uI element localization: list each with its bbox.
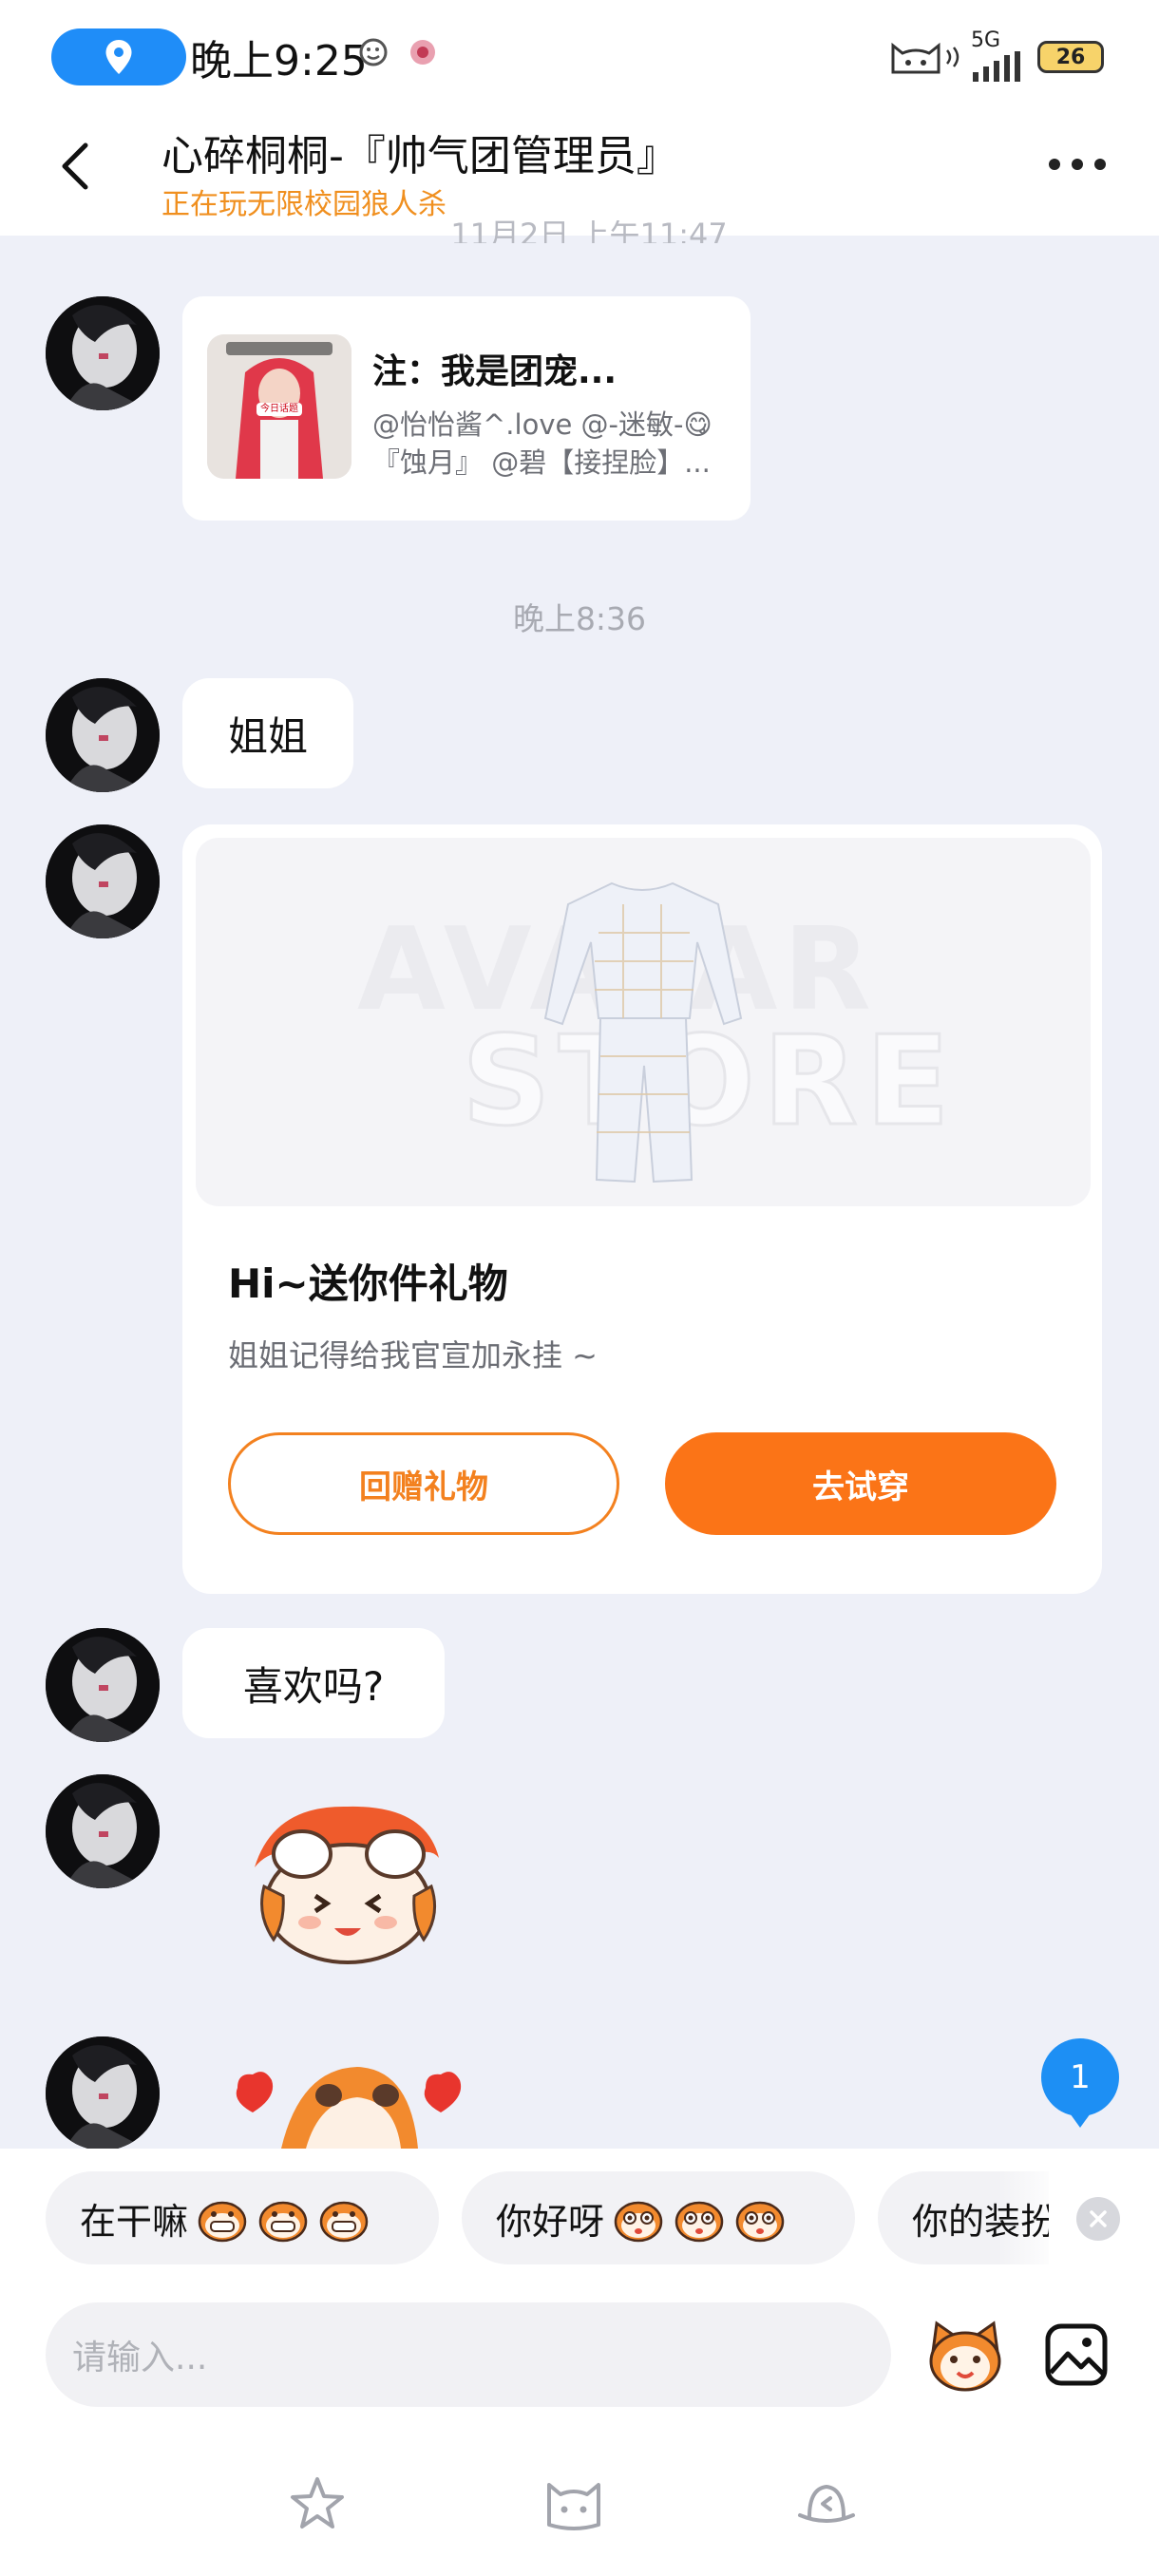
message-bubble[interactable]: 姐姐 <box>182 678 353 788</box>
shared-post-thumbnail: 今日话题 <box>207 334 352 479</box>
shared-post-title: 注：我是团宠... <box>372 352 618 391</box>
app-notification-icon-2 <box>407 36 439 72</box>
back-button[interactable] <box>53 138 101 195</box>
grin-emoji-icon <box>198 2201 247 2243</box>
thumb-caption: 今日话题 <box>260 404 298 414</box>
signal-icon <box>973 51 1020 82</box>
star-icon[interactable] <box>287 2473 348 2534</box>
status-right-group: 5G 26 <box>887 28 1104 85</box>
badge-pointer-icon <box>1068 2111 1092 2128</box>
sender-avatar[interactable] <box>46 1774 160 1888</box>
quick-reply-label: 在干嘛 <box>80 2200 189 2243</box>
sender-avatar[interactable] <box>46 296 160 410</box>
avatar-image <box>46 1774 160 1888</box>
grin-emoji-icon <box>319 2201 369 2243</box>
avatar-image <box>46 2036 160 2150</box>
message-timestamp: 晚上8:36 <box>512 600 647 637</box>
avatar-image <box>46 1628 160 1742</box>
sticker-hearts-icon[interactable] <box>215 2059 481 2149</box>
sticker-picker-icon[interactable] <box>923 2318 1007 2394</box>
message-input-placeholder: 请输入... <box>72 2339 208 2377</box>
sender-avatar[interactable] <box>46 678 160 792</box>
gift-image: AVATAR STORE <box>196 838 1091 1206</box>
unread-count-badge[interactable]: 1 <box>1041 2038 1119 2116</box>
dot-icon <box>1049 159 1060 170</box>
quick-reply-chip[interactable]: 你好呀 <box>462 2171 855 2264</box>
gift-title: Hi~送你件礼物 <box>228 1260 508 1307</box>
back-arrow-icon <box>62 142 88 190</box>
avatar-image <box>46 824 160 938</box>
pajama-outfit-icon <box>543 881 743 1184</box>
gift-description: 姐姐记得给我官宣加永挂 ~ <box>228 1337 598 1373</box>
try-on-button[interactable]: 去试穿 <box>665 1432 1056 1535</box>
chat-subtitle: 正在玩无限校园狼人杀 <box>162 188 446 221</box>
quick-reply-label: 你的装扮 <box>912 2200 1049 2243</box>
dot-icon <box>1072 159 1083 170</box>
cat-face-icon <box>891 42 940 74</box>
battery-icon: 26 <box>1037 41 1104 73</box>
sender-avatar[interactable] <box>46 824 160 938</box>
image-picker-icon[interactable] <box>1043 2321 1110 2388</box>
avatar-image <box>46 678 160 792</box>
return-gift-button[interactable]: 回赠礼物 <box>228 1432 619 1535</box>
quick-reply-label: 你好呀 <box>496 2200 605 2243</box>
quick-reply-chip[interactable]: 你的装扮 <box>878 2171 1049 2264</box>
wide-eyed-emoji-icon <box>614 2201 663 2243</box>
sender-avatar[interactable] <box>46 1628 160 1742</box>
status-time: 晚上9:25 <box>190 37 368 85</box>
shared-post-line: @怡怡酱^.love @-迷敏-😋 <box>372 408 712 441</box>
vibrate-icon <box>946 47 960 67</box>
network-type: 5G <box>971 28 1001 52</box>
more-options-button[interactable] <box>1049 152 1106 177</box>
location-pill[interactable] <box>51 28 186 85</box>
shared-post-line: 『蚀月』 @碧【接捏脸】... <box>372 446 711 479</box>
hat-icon[interactable] <box>796 2473 857 2534</box>
cat-face-icon[interactable] <box>543 2473 604 2534</box>
sticker-character-icon[interactable] <box>236 1801 460 1968</box>
wide-eyed-emoji-icon <box>674 2201 724 2243</box>
close-icon <box>1090 2210 1107 2227</box>
battery-level: 26 <box>1055 45 1086 69</box>
wide-eyed-emoji-icon <box>735 2201 785 2243</box>
quick-reply-chip[interactable]: 在干嘛 <box>46 2171 439 2264</box>
message-input[interactable]: 请输入... <box>46 2302 891 2407</box>
app-notification-icon <box>357 36 390 72</box>
dot-icon <box>1094 159 1106 170</box>
timestamp-clipped: 11月2日 上午11:47 <box>450 220 728 243</box>
message-bubble[interactable]: 喜欢吗? <box>182 1628 445 1738</box>
grin-emoji-icon <box>258 2201 308 2243</box>
sender-avatar[interactable] <box>46 2036 160 2150</box>
close-quick-replies-button[interactable] <box>1076 2197 1120 2241</box>
location-pin-icon <box>105 40 132 74</box>
chat-title: 心碎桐桐-『帅气团管理员』 <box>162 132 678 180</box>
avatar-image <box>46 296 160 410</box>
